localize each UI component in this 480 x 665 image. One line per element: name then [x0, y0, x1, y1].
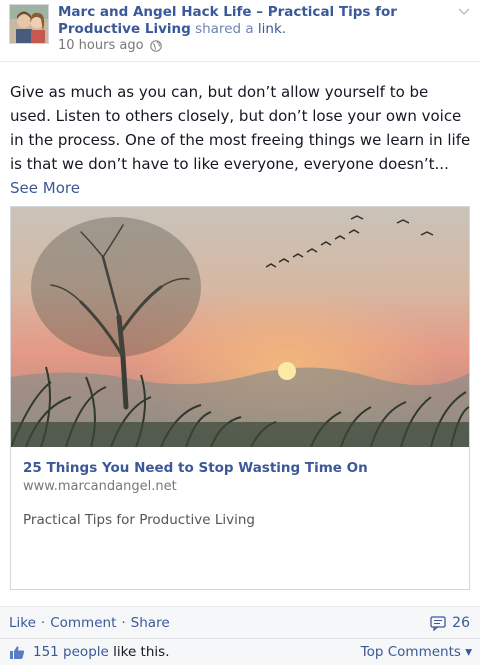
- news-feed-post: Marc and Angel Hack Life – Practical Tip…: [0, 0, 480, 665]
- likes-summary: 151 people like this.: [9, 644, 169, 660]
- action-links: Like · Comment · Share: [9, 615, 170, 631]
- see-more-link[interactable]: See More: [10, 179, 80, 197]
- link-title[interactable]: 25 Things You Need to Stop Wasting Time …: [23, 460, 368, 476]
- top-comments-dropdown[interactable]: Top Comments ▾: [361, 644, 472, 660]
- avatar[interactable]: [9, 4, 49, 44]
- comment-count[interactable]: 26: [430, 615, 470, 631]
- likes-suffix: like this.: [108, 644, 170, 660]
- shared-text: shared a: [190, 21, 258, 37]
- like-button[interactable]: Like: [9, 615, 36, 631]
- timestamp[interactable]: 10 hours ago: [58, 38, 144, 53]
- link-preview-image[interactable]: [11, 207, 469, 447]
- post-message: Give as much as you can, but don’t allow…: [10, 80, 472, 200]
- separator: ·: [121, 615, 126, 631]
- chevron-down-icon[interactable]: [456, 6, 472, 18]
- message-text: Give as much as you can, but don’t allow…: [10, 83, 471, 173]
- post-meta: 10 hours ago: [58, 38, 162, 53]
- share-button[interactable]: Share: [131, 615, 170, 631]
- link-preview-card[interactable]: 25 Things You Need to Stop Wasting Time …: [10, 206, 470, 590]
- comment-icon: [430, 615, 446, 631]
- post-actions-bar: Like · Comment · Share 26: [0, 606, 480, 638]
- globe-icon[interactable]: [149, 39, 162, 52]
- post-header: Marc and Angel Hack Life – Practical Tip…: [0, 0, 480, 62]
- thumbs-up-icon: [10, 645, 25, 659]
- comment-count-value: 26: [452, 615, 470, 631]
- separator: ·: [40, 615, 46, 631]
- shared-link[interactable]: link.: [258, 21, 286, 37]
- post-title-line: Marc and Angel Hack Life – Practical Tip…: [58, 4, 448, 38]
- link-domain: www.marcandangel.net: [23, 479, 177, 494]
- likes-row: 151 people like this. Top Comments ▾: [0, 638, 480, 665]
- link-description: Practical Tips for Productive Living: [23, 512, 255, 528]
- comment-button[interactable]: Comment: [50, 615, 116, 631]
- likers-link[interactable]: 151 people: [33, 644, 109, 660]
